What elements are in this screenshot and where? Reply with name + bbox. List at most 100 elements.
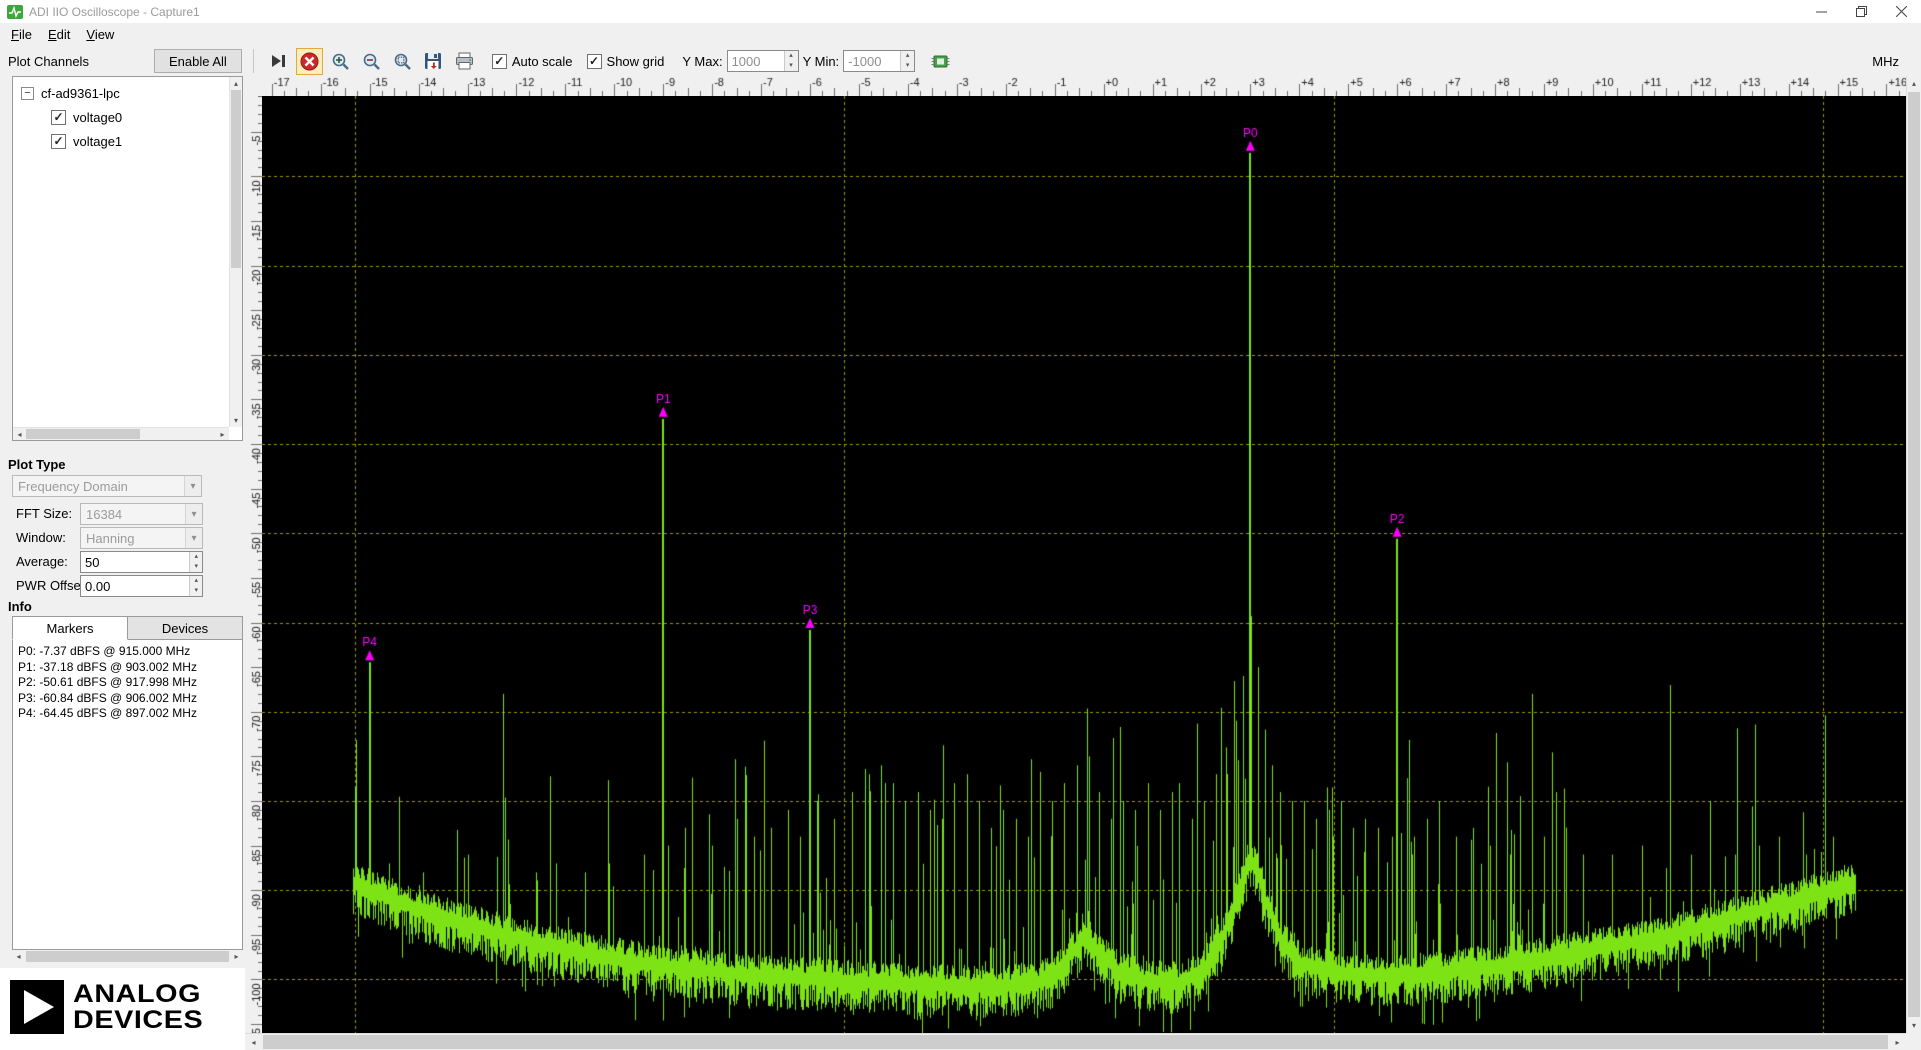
- channel-row-voltage1[interactable]: ✓ voltage1: [13, 129, 229, 153]
- channel-label: voltage1: [73, 134, 122, 149]
- stop-icon: [300, 52, 319, 71]
- fft-plot[interactable]: [262, 96, 1906, 1033]
- device-tree-root-label: cf-ad9361-lpc: [41, 86, 120, 101]
- window-value: Hanning: [86, 531, 134, 546]
- zoom-in-icon: [331, 52, 350, 71]
- y-max-spin-buttons: ▴ ▾: [784, 51, 798, 71]
- scroll-right-icon[interactable]: ▸: [230, 950, 243, 963]
- channel-row-voltage0[interactable]: ✓ voltage0: [13, 105, 229, 129]
- info-label: Info: [8, 599, 32, 614]
- analog-devices-logo: ANALOG DEVICES: [10, 980, 186, 1034]
- scroll-right-icon[interactable]: ▸: [1889, 1034, 1906, 1050]
- spin-up-icon[interactable]: ▴: [190, 576, 202, 586]
- channel-checkbox[interactable]: ✓: [51, 134, 66, 149]
- spin-up-icon[interactable]: ▴: [190, 552, 202, 562]
- app-icon: [7, 4, 23, 20]
- spin-down-icon[interactable]: ▾: [190, 586, 202, 596]
- scroll-right-icon[interactable]: ▸: [216, 428, 229, 440]
- capture-play-button[interactable]: [265, 48, 292, 75]
- device-settings-button[interactable]: [927, 48, 954, 75]
- scroll-left-icon[interactable]: ◂: [13, 428, 26, 440]
- scrollbar-thumb[interactable]: [1908, 92, 1920, 1017]
- x-axis-unit-label: MHz: [1872, 54, 1899, 69]
- scroll-left-icon[interactable]: ◂: [12, 950, 25, 963]
- spin-up-icon[interactable]: ▴: [901, 51, 914, 61]
- auto-scale-checkbox[interactable]: ✓ Auto scale: [492, 54, 573, 69]
- plot-type-combo[interactable]: Frequency Domain ▾: [12, 475, 202, 497]
- minimize-button[interactable]: [1801, 0, 1841, 23]
- zoom-fit-button[interactable]: [389, 48, 416, 75]
- plot-channels-label: Plot Channels: [8, 54, 150, 69]
- spin-down-icon[interactable]: ▾: [190, 562, 202, 572]
- window-combo[interactable]: Hanning ▾: [80, 527, 203, 549]
- menu-view[interactable]: View: [78, 25, 122, 44]
- chevron-down-icon: ▾: [184, 476, 201, 496]
- chevron-down-icon: ▾: [185, 504, 202, 524]
- plot-vertical-scrollbar[interactable]: ▴ ▾: [1906, 76, 1921, 1033]
- zoom-out-button[interactable]: [358, 48, 385, 75]
- scrollbar-thumb[interactable]: [26, 429, 140, 439]
- enable-all-button[interactable]: Enable All: [154, 49, 242, 73]
- adi-logo-line1: ANALOG: [73, 981, 203, 1007]
- zoom-out-icon: [362, 52, 381, 71]
- print-button[interactable]: [451, 48, 478, 75]
- scroll-down-icon[interactable]: ▾: [230, 414, 242, 427]
- y-max-spinbox: ▴ ▾: [727, 50, 799, 72]
- toolbar-separator: [253, 49, 254, 73]
- adi-logo-text: ANALOG DEVICES: [73, 981, 203, 1033]
- zoom-in-button[interactable]: [327, 48, 354, 75]
- spin-down-icon[interactable]: ▾: [901, 61, 914, 71]
- scrollbar-thumb[interactable]: [26, 951, 229, 962]
- minimize-icon: [1816, 6, 1827, 17]
- scroll-up-icon[interactable]: ▴: [230, 77, 242, 90]
- y-min-spinbox: ▴ ▾: [843, 50, 915, 72]
- tree-expander-icon[interactable]: −: [21, 87, 34, 100]
- show-grid-checkbox[interactable]: ✓ Show grid: [587, 54, 665, 69]
- show-grid-label: Show grid: [607, 54, 665, 69]
- tree-horizontal-scrollbar[interactable]: ◂ ▸: [13, 427, 229, 440]
- scroll-up-icon[interactable]: ▴: [1907, 76, 1921, 91]
- main-content: − cf-ad9361-lpc ✓ voltage0 ✓ voltage1 ▴: [0, 76, 1921, 1050]
- plot-horizontal-scrollbar[interactable]: ◂ ▸: [245, 1033, 1906, 1050]
- info-tabs: Markers Devices: [12, 616, 243, 640]
- window-controls: [1801, 0, 1921, 23]
- menu-file[interactable]: File: [3, 25, 40, 44]
- scrollbar-thumb[interactable]: [231, 90, 241, 268]
- save-plot-button[interactable]: [420, 48, 447, 75]
- plot-channels-tree: − cf-ad9361-lpc ✓ voltage0 ✓ voltage1 ▴: [12, 76, 243, 441]
- scrollbar-thumb[interactable]: [263, 1035, 1888, 1049]
- spin-down-icon[interactable]: ▾: [785, 61, 798, 71]
- checkbox-checked-icon: ✓: [53, 111, 63, 123]
- adi-logo-line2: DEVICES: [73, 1007, 203, 1033]
- average-input[interactable]: [81, 552, 189, 572]
- markers-horizontal-scrollbar[interactable]: ◂ ▸: [12, 950, 243, 963]
- channel-checkbox[interactable]: ✓: [51, 110, 66, 125]
- channel-label: voltage0: [73, 110, 122, 125]
- scroll-left-icon[interactable]: ◂: [245, 1034, 262, 1050]
- pwr-offset-input[interactable]: [81, 576, 189, 596]
- fft-size-label: FFT Size:: [16, 506, 72, 521]
- tree-vertical-scrollbar[interactable]: ▴ ▾: [229, 77, 242, 427]
- y-min-input[interactable]: [844, 51, 900, 71]
- pwr-offset-label: PWR Offset:: [16, 578, 88, 593]
- spin-up-icon[interactable]: ▴: [785, 51, 798, 61]
- average-label: Average:: [16, 554, 68, 569]
- pwr-offset-spinbox: ▴ ▾: [80, 575, 203, 597]
- restore-icon: [1856, 6, 1867, 17]
- marker-info-row: P0: -7.37 dBFS @ 915.000 MHz: [18, 644, 237, 660]
- tab-devices[interactable]: Devices: [128, 616, 243, 640]
- scroll-down-icon[interactable]: ▾: [1907, 1018, 1921, 1033]
- device-tree-root-row[interactable]: − cf-ad9361-lpc: [13, 81, 229, 105]
- restore-button[interactable]: [1841, 0, 1881, 23]
- pwr-offset-spin-buttons: ▴ ▾: [189, 576, 202, 596]
- plot-type-label: Plot Type: [8, 457, 66, 472]
- y-max-input[interactable]: [728, 51, 784, 71]
- capture-stop-button[interactable]: [296, 48, 323, 75]
- tab-markers[interactable]: Markers: [12, 616, 128, 640]
- fft-size-combo[interactable]: 16384 ▾: [80, 503, 203, 525]
- play-step-icon: [269, 52, 287, 70]
- menu-edit[interactable]: Edit: [40, 25, 78, 44]
- markers-list[interactable]: P0: -7.37 dBFS @ 915.000 MHz P1: -37.18 …: [12, 639, 243, 950]
- scrollbar-corner: [1906, 1033, 1921, 1050]
- close-button[interactable]: [1881, 0, 1921, 23]
